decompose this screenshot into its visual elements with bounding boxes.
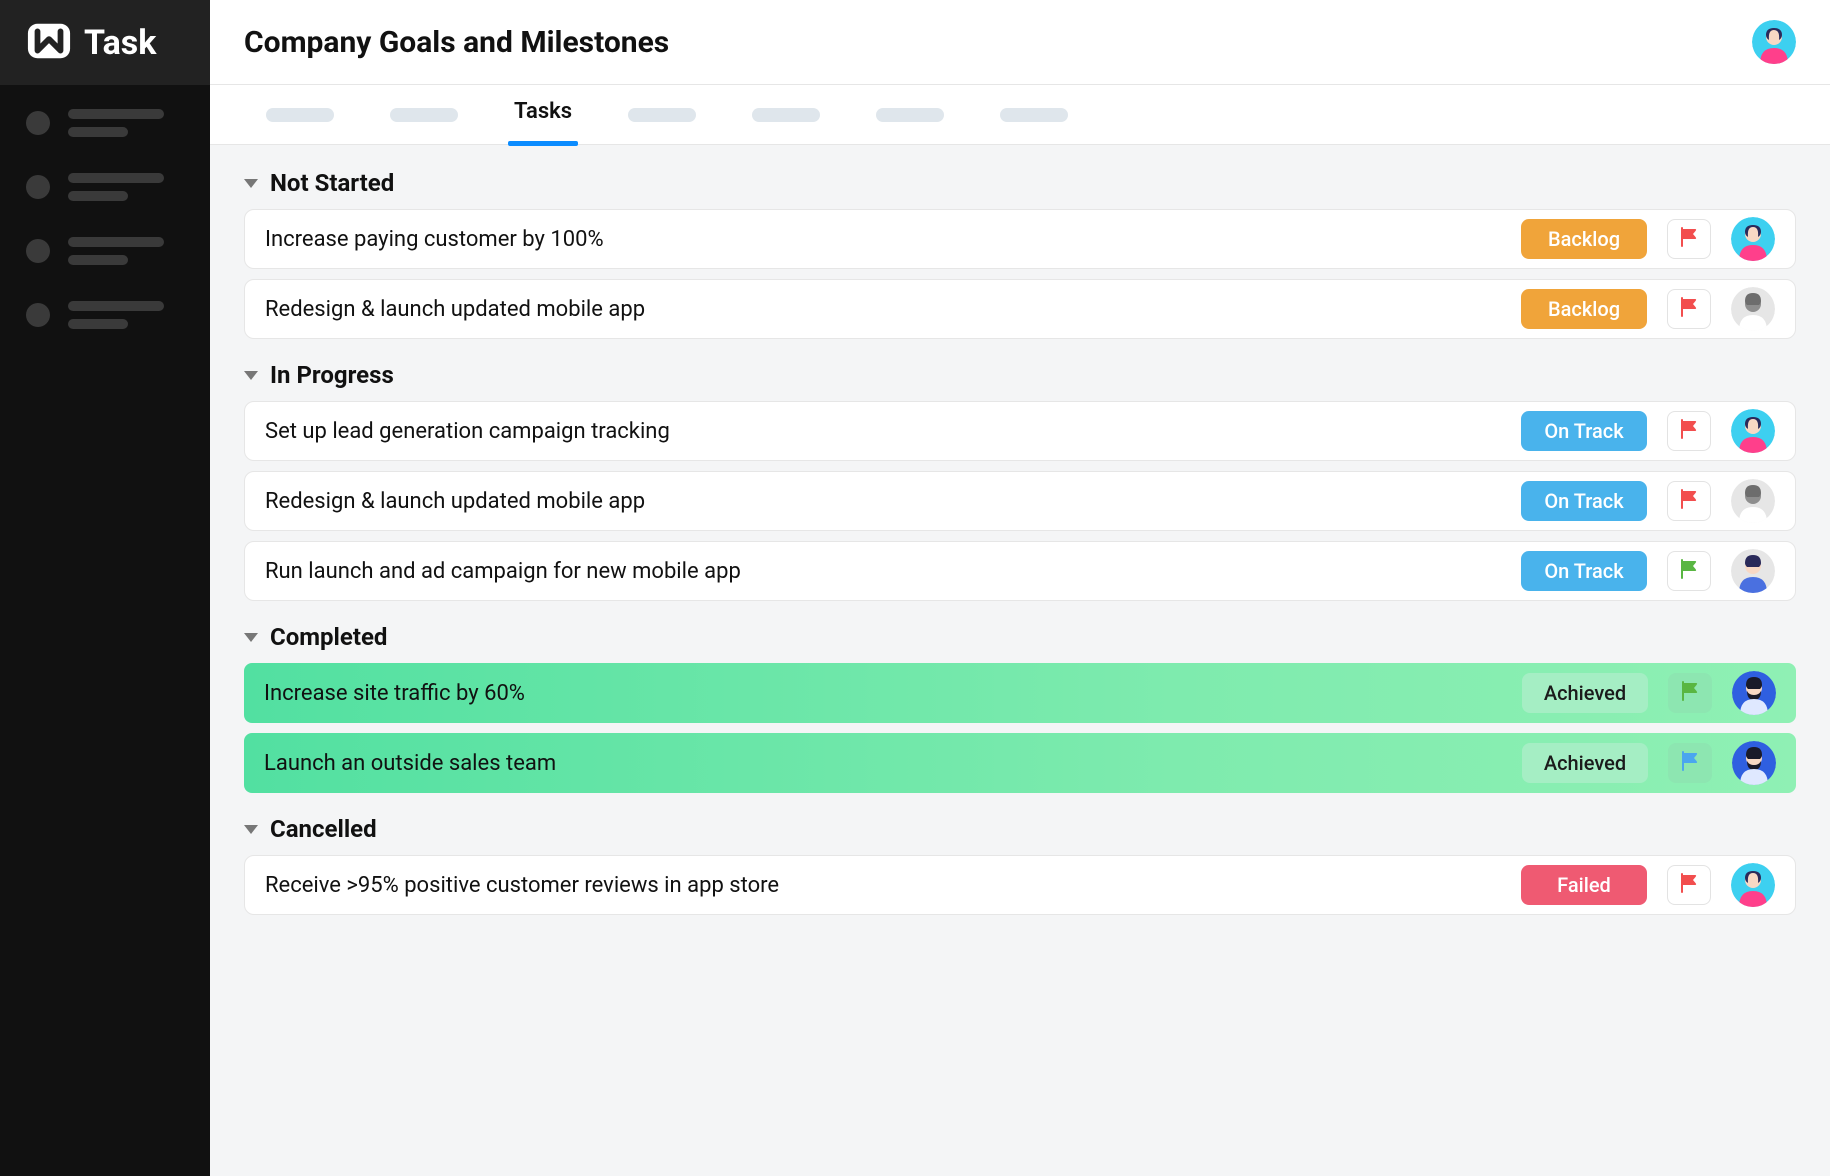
task-title: Launch an outside sales team	[264, 751, 1502, 776]
assignee-avatar[interactable]	[1731, 287, 1775, 331]
caret-down-icon	[244, 825, 258, 834]
section-header[interactable]: Not Started	[244, 169, 1796, 197]
header: Company Goals and Milestones	[210, 0, 1830, 85]
placeholder-label	[68, 109, 164, 137]
section: Not Started Increase paying customer by 1…	[244, 169, 1796, 339]
flag-icon	[1679, 680, 1701, 706]
section: Completed Increase site traffic by 60% Ach…	[244, 623, 1796, 793]
tab-placeholder[interactable]	[266, 108, 334, 122]
priority-flag-button[interactable]	[1667, 551, 1711, 591]
task-title: Increase paying customer by 100%	[265, 227, 1501, 252]
status-badge[interactable]: Backlog	[1521, 289, 1647, 329]
task-title: Redesign & launch updated mobile app	[265, 489, 1501, 514]
flag-icon	[1678, 558, 1700, 584]
task-row[interactable]: Redesign & launch updated mobile app Back…	[244, 279, 1796, 339]
task-title: Receive >95% positive customer reviews i…	[265, 873, 1501, 898]
placeholder-label	[68, 173, 164, 201]
task-title: Increase site traffic by 60%	[264, 681, 1502, 706]
sidebar-item[interactable]	[26, 173, 210, 201]
flag-icon	[1679, 750, 1701, 776]
task-title: Set up lead generation campaign tracking	[265, 419, 1501, 444]
page-title: Company Goals and Milestones	[244, 25, 669, 60]
tab-tasks[interactable]: Tasks	[514, 99, 572, 130]
caret-down-icon	[244, 179, 258, 188]
tab-placeholder[interactable]	[1000, 108, 1068, 122]
sidebar-item[interactable]	[26, 237, 210, 265]
task-title: Run launch and ad campaign for new mobil…	[265, 559, 1501, 584]
task-row[interactable]: Run launch and ad campaign for new mobil…	[244, 541, 1796, 601]
placeholder-icon	[26, 111, 50, 135]
task-row[interactable]: Set up lead generation campaign tracking…	[244, 401, 1796, 461]
tab-placeholder[interactable]	[876, 108, 944, 122]
user-avatar[interactable]	[1752, 20, 1796, 64]
priority-flag-button[interactable]	[1667, 865, 1711, 905]
assignee-avatar[interactable]	[1731, 863, 1775, 907]
task-row[interactable]: Increase paying customer by 100% Backlog	[244, 209, 1796, 269]
section-title: In Progress	[270, 361, 394, 389]
assignee-avatar[interactable]	[1731, 217, 1775, 261]
task-row[interactable]: Launch an outside sales team Achieved	[244, 733, 1796, 793]
priority-flag-button[interactable]	[1667, 411, 1711, 451]
content: Not Started Increase paying customer by 1…	[210, 145, 1830, 1176]
status-badge[interactable]: On Track	[1521, 411, 1647, 451]
priority-flag-button[interactable]	[1667, 481, 1711, 521]
status-badge[interactable]: Failed	[1521, 865, 1647, 905]
status-badge[interactable]: On Track	[1521, 551, 1647, 591]
tab-placeholder[interactable]	[628, 108, 696, 122]
assignee-avatar[interactable]	[1731, 479, 1775, 523]
tab-placeholder[interactable]	[390, 108, 458, 122]
status-badge[interactable]: On Track	[1521, 481, 1647, 521]
priority-flag-button[interactable]	[1667, 219, 1711, 259]
sidebar-item[interactable]	[26, 109, 210, 137]
flag-icon	[1678, 872, 1700, 898]
brand-name: Task	[84, 23, 156, 63]
status-badge[interactable]: Achieved	[1522, 673, 1648, 713]
assignee-avatar[interactable]	[1731, 549, 1775, 593]
assignee-avatar[interactable]	[1731, 409, 1775, 453]
brand[interactable]: Task	[0, 0, 210, 85]
section-title: Cancelled	[270, 815, 377, 843]
task-row[interactable]: Redesign & launch updated mobile app On T…	[244, 471, 1796, 531]
placeholder-icon	[26, 303, 50, 327]
status-badge[interactable]: Backlog	[1521, 219, 1647, 259]
task-row[interactable]: Receive >95% positive customer reviews i…	[244, 855, 1796, 915]
flag-icon	[1678, 418, 1700, 444]
caret-down-icon	[244, 371, 258, 380]
section-header[interactable]: In Progress	[244, 361, 1796, 389]
flag-icon	[1678, 226, 1700, 252]
priority-flag-button[interactable]	[1668, 673, 1712, 713]
task-title: Redesign & launch updated mobile app	[265, 297, 1501, 322]
tab-placeholder[interactable]	[752, 108, 820, 122]
section: In Progress Set up lead generation campai…	[244, 361, 1796, 601]
task-row[interactable]: Increase site traffic by 60% Achieved	[244, 663, 1796, 723]
flag-icon	[1678, 488, 1700, 514]
sidebar: Task	[0, 0, 210, 1176]
placeholder-label	[68, 237, 164, 265]
assignee-avatar[interactable]	[1732, 741, 1776, 785]
flag-icon	[1678, 296, 1700, 322]
sidebar-nav	[0, 85, 210, 329]
section: Cancelled Receive >95% positive customer …	[244, 815, 1796, 915]
section-title: Completed	[270, 623, 387, 651]
placeholder-label	[68, 301, 164, 329]
placeholder-icon	[26, 175, 50, 199]
priority-flag-button[interactable]	[1667, 289, 1711, 329]
placeholder-icon	[26, 239, 50, 263]
caret-down-icon	[244, 633, 258, 642]
main: Company Goals and Milestones Tasks	[210, 0, 1830, 1176]
section-header[interactable]: Completed	[244, 623, 1796, 651]
sidebar-item[interactable]	[26, 301, 210, 329]
tabs: Tasks	[210, 85, 1830, 145]
section-title: Not Started	[270, 169, 394, 197]
assignee-avatar[interactable]	[1732, 671, 1776, 715]
section-header[interactable]: Cancelled	[244, 815, 1796, 843]
status-badge[interactable]: Achieved	[1522, 743, 1648, 783]
brand-logo-icon	[26, 18, 72, 68]
priority-flag-button[interactable]	[1668, 743, 1712, 783]
